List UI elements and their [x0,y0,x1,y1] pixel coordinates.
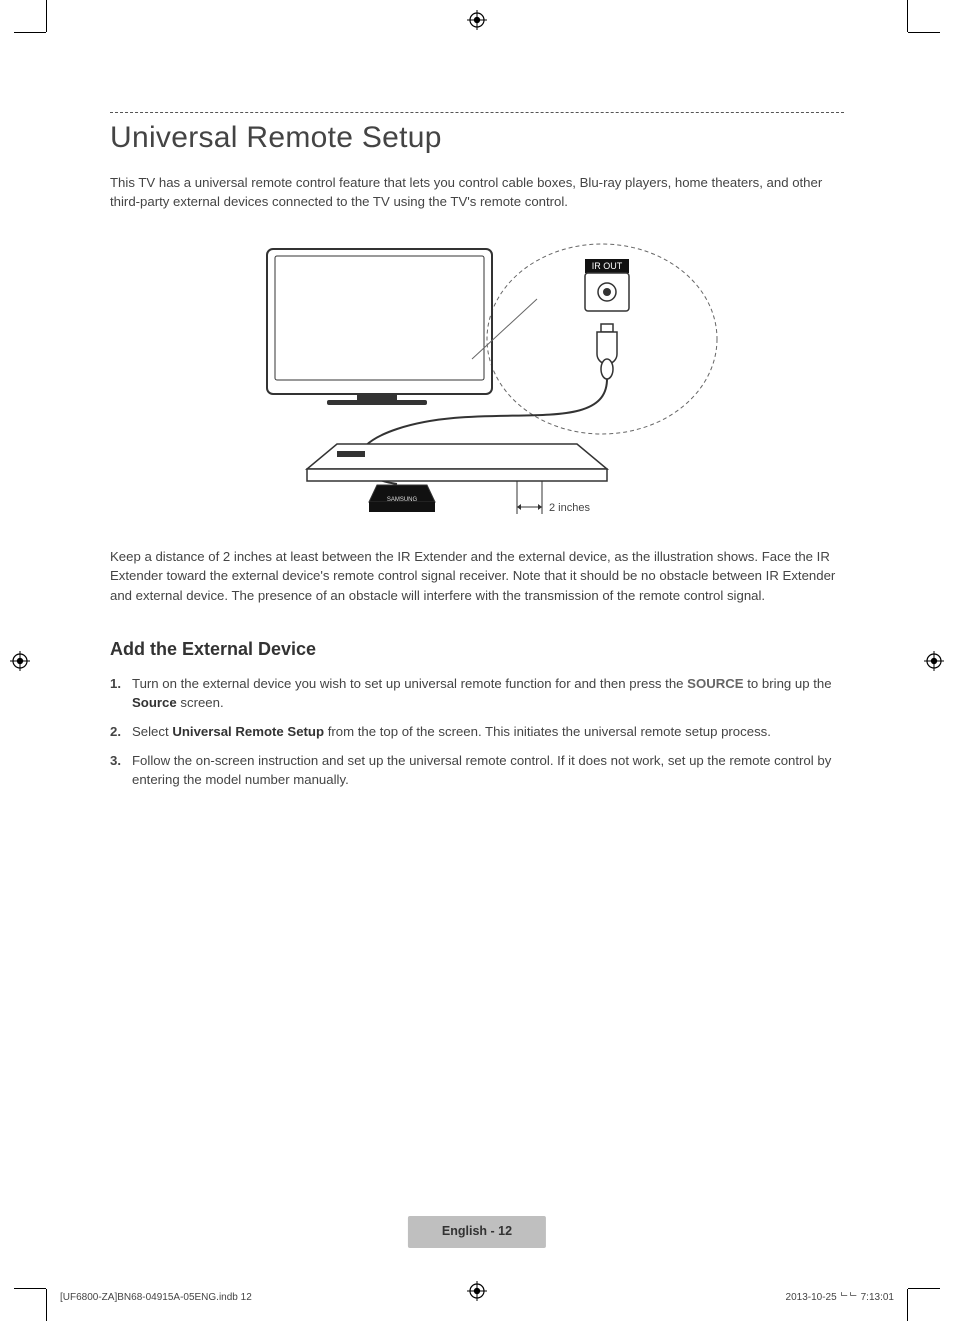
section-divider [110,112,844,113]
intro-paragraph: This TV has a universal remote control f… [110,173,844,211]
list-item: 1. Turn on the external device you wish … [110,674,844,712]
crop-mark [907,1289,908,1321]
registration-mark-icon [467,1281,487,1301]
crop-mark [908,32,940,33]
step-number: 3. [110,751,124,789]
imposition-right: 2013-10-25 ᄂᄂ 7:13:01 [786,1288,894,1303]
list-item: 3. Follow the on-screen instruction and … [110,751,844,789]
distance-label: 2 inches [549,502,590,514]
diagram-caption: Keep a distance of 2 inches at least bet… [110,547,844,604]
setup-diagram: IR OUT SAMSUNG 2 inches [227,229,727,529]
crop-mark [14,1288,46,1289]
imposition-left: [UF6800-ZA]BN68-04915A-05ENG.indb 12 [60,1292,252,1303]
registration-mark-icon [924,651,944,671]
section-heading: Add the External Device [110,639,844,660]
registration-mark-icon [467,10,487,30]
crop-mark [907,0,908,32]
list-item: 2. Select Universal Remote Setup from th… [110,722,844,741]
steps-list: 1. Turn on the external device you wish … [110,674,844,790]
page-title: Universal Remote Setup [110,121,844,155]
crop-mark [14,32,46,33]
crop-mark [908,1288,940,1289]
step-text: Follow the on-screen instruction and set… [132,751,844,789]
crop-mark [46,1289,47,1321]
page-number-badge: English - 12 [408,1216,546,1248]
step-number: 2. [110,722,124,741]
step-number: 1. [110,674,124,712]
page-content: Universal Remote Setup This TV has a uni… [110,112,844,799]
device-brand-label: SAMSUNG [387,497,418,503]
crop-mark [46,0,47,32]
port-label: IR OUT [592,261,623,271]
step-text: Select Universal Remote Setup from the t… [132,722,771,741]
registration-mark-icon [10,651,30,671]
step-text: Turn on the external device you wish to … [132,674,844,712]
